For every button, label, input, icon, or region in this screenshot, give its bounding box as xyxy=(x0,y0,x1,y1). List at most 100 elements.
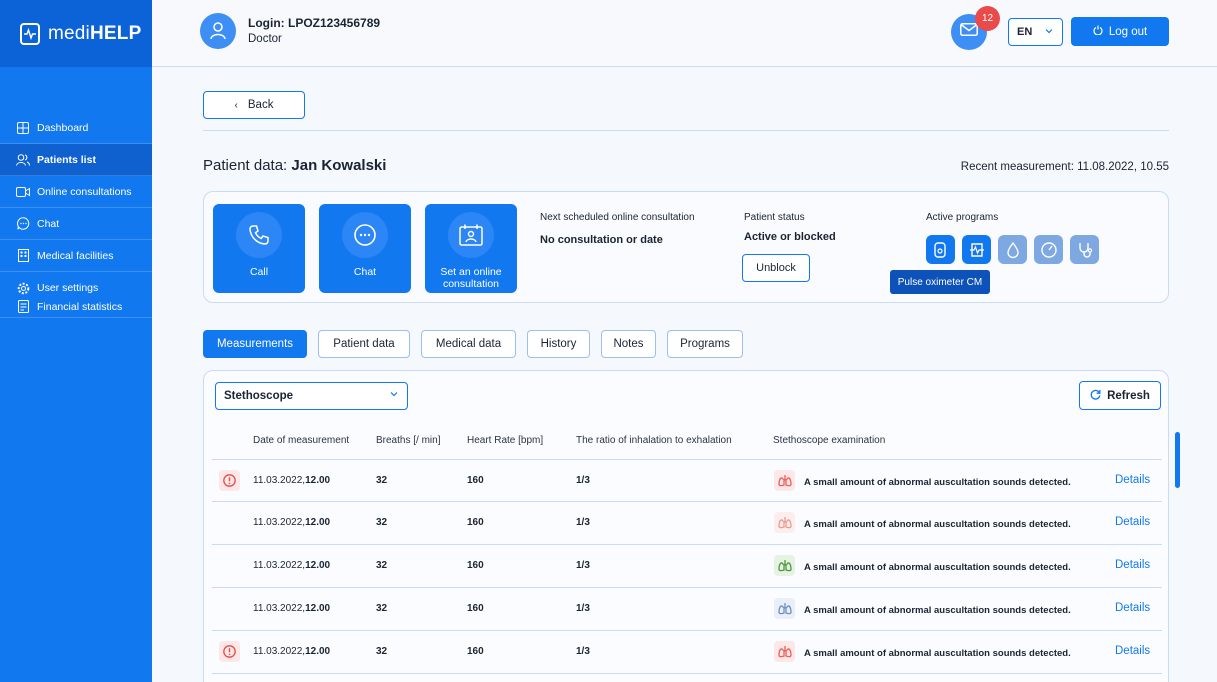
breaths-value: 32 xyxy=(376,560,387,571)
column-header-breaths: Breaths [/ min] xyxy=(376,435,441,446)
breaths-value: 32 xyxy=(376,603,387,614)
details-link[interactable]: Details xyxy=(1115,602,1150,614)
set-consultation-label: Set an online consultation xyxy=(425,266,517,290)
breaths-value: 32 xyxy=(376,646,387,657)
heart-rate-number: 160 xyxy=(467,475,484,486)
details-link[interactable]: Details xyxy=(1115,516,1150,528)
drop-icon[interactable] xyxy=(998,235,1027,264)
breaths-value: 32 xyxy=(376,475,387,486)
chevron-down-icon xyxy=(389,389,399,402)
logout-label: Log out xyxy=(1108,25,1148,38)
back-label: Back xyxy=(247,99,274,111)
lungs-icon xyxy=(774,641,795,662)
table-row[interactable]: 11.03.2022,12.00 32 160 1/3 A small amou… xyxy=(212,588,1162,631)
details-link[interactable]: Details xyxy=(1115,645,1150,657)
measurement-date: 11.03.2022,12.00 xyxy=(253,517,330,528)
sidebar-item-label: Medical facilities xyxy=(37,249,114,262)
next-consultation-value: No consultation or date xyxy=(540,234,663,246)
chat-bubble-icon xyxy=(342,212,388,258)
heart-rate-value: 160 xyxy=(467,603,484,614)
heartbeat-icon xyxy=(20,22,40,45)
details-link[interactable]: Details xyxy=(1115,474,1150,486)
lungs-icon xyxy=(774,555,795,576)
table-row[interactable]: 11.03.2022,12.00 32 160 1/3 A small amou… xyxy=(212,502,1162,545)
time-value: 12.00 xyxy=(305,517,331,528)
measurement-date: 11.03.2022,12.00 xyxy=(253,560,330,571)
sidebar-item-dashboard[interactable]: Dashboard xyxy=(0,112,152,144)
brand-logo[interactable]: mediHELP xyxy=(0,0,152,67)
divider xyxy=(203,130,1169,131)
patient-status-heading: Patient status xyxy=(744,212,805,223)
pulse-oximeter-icon[interactable] xyxy=(926,235,955,264)
table-row[interactable]: 11.03.2022,12.00 32 160 1/3 A small amou… xyxy=(212,631,1162,674)
tab-measurements[interactable]: Measurements xyxy=(203,330,307,358)
document-icon xyxy=(16,300,30,314)
ratio-value: 1/3 xyxy=(576,560,590,571)
phone-icon xyxy=(236,212,282,258)
breaths-value: 32 xyxy=(376,517,387,528)
column-header-date: Date of measurement xyxy=(253,435,350,446)
language-select[interactable]: EN xyxy=(1008,18,1063,46)
table-row[interactable]: 11.03.2022,12.00 32 160 1/3 A small amou… xyxy=(212,545,1162,588)
alert-icon xyxy=(219,641,240,662)
tab-programs[interactable]: Programs xyxy=(667,330,743,358)
tab-medical-data[interactable]: Medical data xyxy=(421,330,516,358)
sidebar-item-patients[interactable]: Patients list xyxy=(0,144,152,176)
ecg-icon[interactable] xyxy=(962,235,991,264)
sidebar-item-financial-statistics[interactable]: Financial statistics xyxy=(0,296,152,318)
time-value: 12.00 xyxy=(305,475,331,486)
sidebar-item-online-consultations[interactable]: Online consultations xyxy=(0,176,152,208)
dashboard-icon xyxy=(16,121,30,135)
tab-notes[interactable]: Notes xyxy=(601,330,656,358)
sidebar-item-label: Patients list xyxy=(37,153,96,166)
stethoscope-icon[interactable] xyxy=(1070,235,1099,264)
video-icon xyxy=(16,185,30,199)
scrollbar[interactable] xyxy=(1175,432,1180,488)
exam-result: A small amount of abnormal auscultation … xyxy=(804,648,1071,659)
tab-history[interactable]: History xyxy=(527,330,590,358)
breaths-number: 32 xyxy=(376,560,388,571)
ratio-number: 1/3 xyxy=(576,517,590,528)
date-value: 11.03.2022, xyxy=(253,646,306,657)
ratio-value: 1/3 xyxy=(576,646,590,657)
table-row[interactable]: 11.03.2022,12.00 32 160 1/3 A small amou… xyxy=(212,459,1162,502)
call-button[interactable]: Call xyxy=(213,204,305,293)
device-select[interactable]: Stethoscope xyxy=(215,382,408,410)
lungs-icon xyxy=(774,598,795,619)
back-button[interactable]: ‹ Back xyxy=(203,91,305,119)
heart-rate-value: 160 xyxy=(467,517,484,528)
sidebar-item-chat[interactable]: Chat xyxy=(0,208,152,240)
chat-icon xyxy=(16,217,30,231)
tab-patient-data[interactable]: Patient data xyxy=(318,330,410,358)
chat-button[interactable]: Chat xyxy=(319,204,411,293)
sidebar-item-label: Chat xyxy=(37,217,60,230)
recent-measurement: Recent measurement: 11.08.2022, 10.55 xyxy=(960,161,1169,173)
heart-rate-number: 160 xyxy=(467,517,484,528)
set-consultation-button[interactable]: Set an online consultation xyxy=(425,204,517,293)
program-tooltip: Pulse oximeter CM xyxy=(890,270,990,294)
heart-rate-value: 160 xyxy=(467,646,484,657)
refresh-button[interactable]: Refresh xyxy=(1079,381,1161,410)
user-role: Doctor xyxy=(248,33,282,45)
calendar-user-icon xyxy=(448,212,494,258)
logout-button[interactable]: Log out xyxy=(1071,17,1169,46)
call-label: Call xyxy=(249,266,269,278)
unblock-button[interactable]: Unblock xyxy=(742,254,810,282)
users-icon xyxy=(16,153,30,167)
gauge-icon[interactable] xyxy=(1034,235,1063,264)
details-link[interactable]: Details xyxy=(1115,559,1150,571)
gear-icon xyxy=(16,281,30,295)
brand-name: mediHELP xyxy=(48,22,142,44)
patient-summary-card: Call Chat Set an online consultation Next… xyxy=(203,191,1169,303)
date-value: 11.03.2022, xyxy=(253,560,306,571)
avatar[interactable] xyxy=(200,13,236,49)
building-icon xyxy=(16,249,30,263)
set-consultation-label-line1: Set an online xyxy=(440,266,502,278)
date-value: 11.03.2022, xyxy=(253,603,306,614)
sidebar-item-label: Dashboard xyxy=(37,121,89,134)
sidebar-item-label: Financial statistics xyxy=(37,300,123,313)
chat-label: Chat xyxy=(353,266,377,278)
sidebar-item-medical-facilities[interactable]: Medical facilities xyxy=(0,240,152,272)
mail-count-badge: 12 xyxy=(975,6,1000,31)
heart-rate-value: 160 xyxy=(467,475,484,486)
